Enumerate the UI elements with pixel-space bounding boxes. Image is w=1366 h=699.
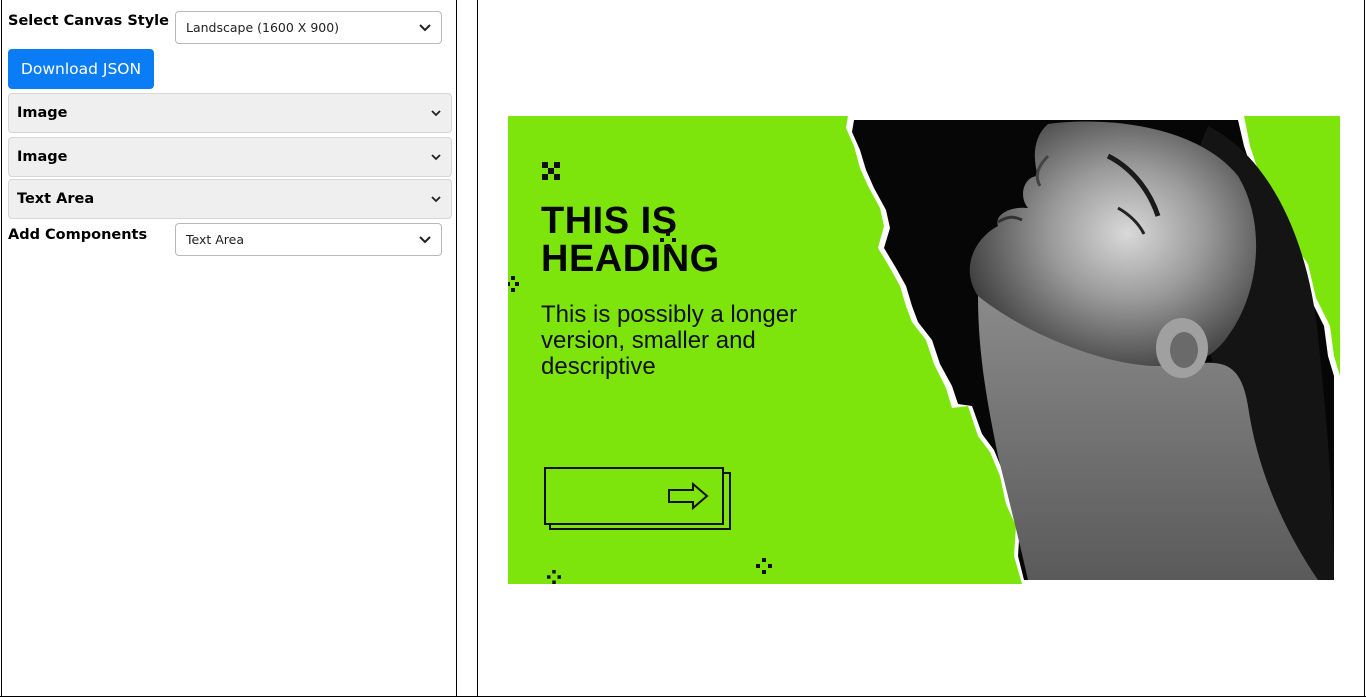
accordion-image-1[interactable]: Image — [8, 93, 452, 133]
accordion-label: Image — [17, 105, 68, 121]
chevron-down-icon — [431, 153, 441, 160]
sparkle-decoration-icon — [756, 558, 772, 574]
accordion-label: Text Area — [17, 191, 95, 207]
checker-decoration-icon — [542, 162, 560, 180]
accordion-label: Image — [17, 149, 68, 165]
canvas-heading[interactable]: THIS IS HEADING — [541, 202, 841, 278]
canvas-style-label: Select Canvas Style — [8, 13, 169, 29]
design-canvas[interactable]: THIS IS HEADING This is possibly a longe… — [508, 116, 1340, 584]
chevron-down-icon — [431, 109, 441, 116]
canvas-style-select[interactable]: Landscape (1600 X 900) — [175, 11, 442, 44]
canvas-style-value: Landscape (1600 X 900) — [186, 20, 340, 35]
add-components-label: Add Components — [8, 227, 148, 243]
chevron-down-icon — [419, 235, 431, 243]
chevron-down-icon — [431, 195, 441, 202]
chevron-down-icon — [419, 23, 431, 31]
add-components-value: Text Area — [186, 232, 245, 247]
sparkle-decoration-icon — [547, 570, 561, 584]
download-json-button[interactable]: Download JSON — [8, 49, 154, 89]
cta-button-shape[interactable] — [543, 466, 735, 532]
editor-sidebar: Select Canvas Style Landscape (1600 X 90… — [1, 0, 457, 697]
accordion-image-2[interactable]: Image — [8, 137, 452, 177]
canvas-subtext[interactable]: This is possibly a longer version, small… — [541, 302, 841, 380]
accordion-text-area[interactable]: Text Area — [8, 179, 452, 219]
sparkle-decoration-icon — [508, 276, 519, 292]
sparkle-decoration-icon — [660, 232, 676, 248]
add-components-select[interactable]: Text Area — [175, 223, 442, 256]
